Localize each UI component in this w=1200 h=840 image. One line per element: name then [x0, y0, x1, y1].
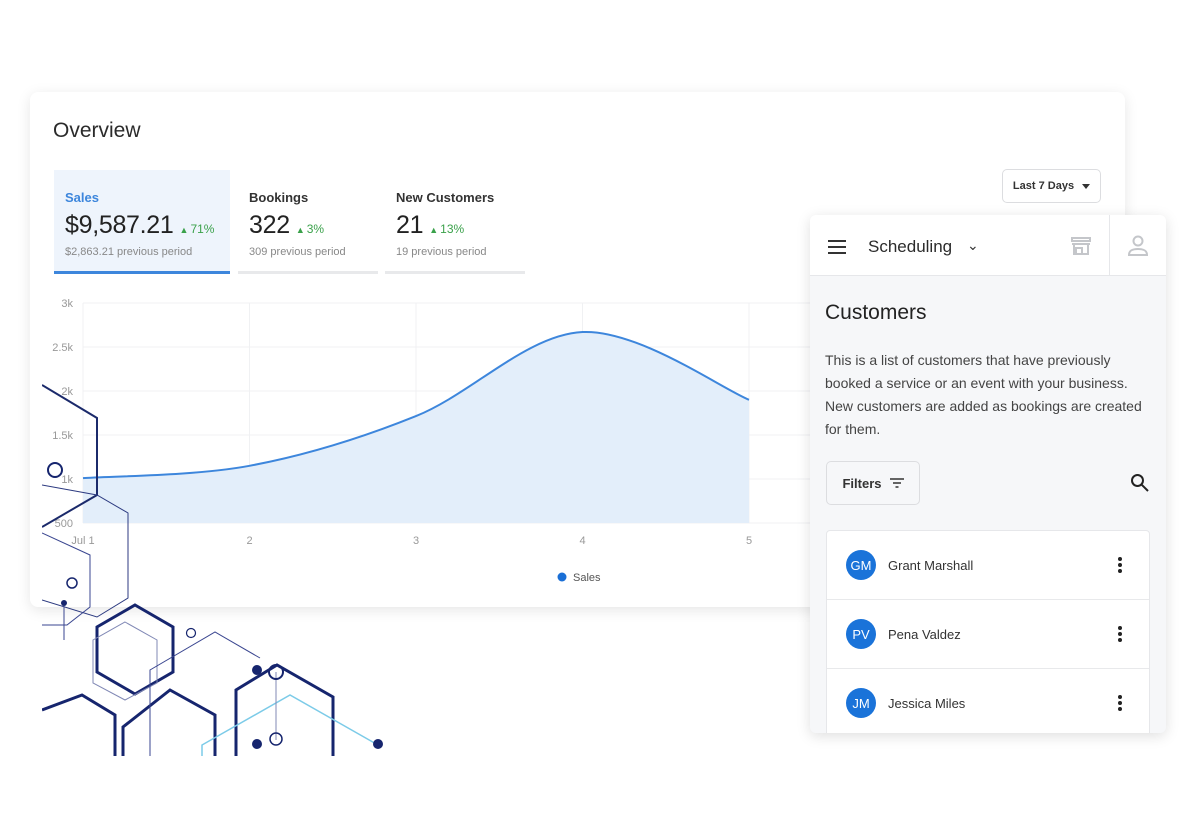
x-tick-label: 3 [413, 535, 419, 547]
x-tick-label: 4 [579, 535, 585, 547]
list-item[interactable]: GM Grant Marshall [827, 531, 1149, 600]
customer-list: GM Grant Marshall PV Pena Valdez JM Jess… [826, 530, 1150, 733]
y-tick-label: 1k [61, 474, 73, 486]
list-item[interactable]: JM Jessica Miles [827, 669, 1149, 733]
x-tick-label: 2 [246, 535, 252, 547]
store-icon[interactable] [1070, 236, 1092, 256]
app-header: Scheduling ⌄ [810, 215, 1166, 276]
filters-button[interactable]: Filters [826, 461, 920, 505]
x-tick-label: 5 [746, 535, 752, 547]
x-tick-label: Jul 1 [71, 535, 94, 547]
more-vertical-icon[interactable] [1118, 695, 1122, 713]
avatar: JM [846, 688, 876, 718]
filter-icon [889, 478, 904, 488]
section-title: Customers [825, 301, 927, 324]
legend-label: Sales [573, 572, 601, 584]
list-item[interactable]: PV Pena Valdez [827, 600, 1149, 669]
user-icon[interactable] [1128, 235, 1148, 257]
y-tick-label: 1.5k [52, 430, 73, 442]
y-tick-label: 2.5k [52, 342, 73, 354]
customer-name: Grant Marshall [888, 557, 974, 573]
avatar: GM [846, 550, 876, 580]
chevron-down-icon[interactable]: ⌄ [967, 237, 979, 254]
customer-name: Jessica Miles [888, 695, 966, 711]
legend-marker [557, 572, 567, 582]
search-icon[interactable] [1130, 473, 1150, 493]
y-tick-label: 2k [61, 386, 73, 398]
filters-label: Filters [842, 475, 882, 491]
app-switcher[interactable]: Scheduling [868, 237, 952, 257]
y-tick-label: 500 [55, 518, 73, 530]
customer-name: Pena Valdez [888, 626, 961, 642]
more-vertical-icon[interactable] [1118, 626, 1122, 644]
section-description: This is a list of customers that have pr… [825, 352, 1142, 437]
divider [1109, 215, 1110, 276]
menu-icon[interactable] [828, 240, 846, 258]
avatar: PV [846, 619, 876, 649]
more-vertical-icon[interactable] [1118, 557, 1122, 575]
customers-panel: Scheduling ⌄ Customers This is a list of… [810, 215, 1166, 733]
y-tick-label: 3k [61, 298, 73, 310]
